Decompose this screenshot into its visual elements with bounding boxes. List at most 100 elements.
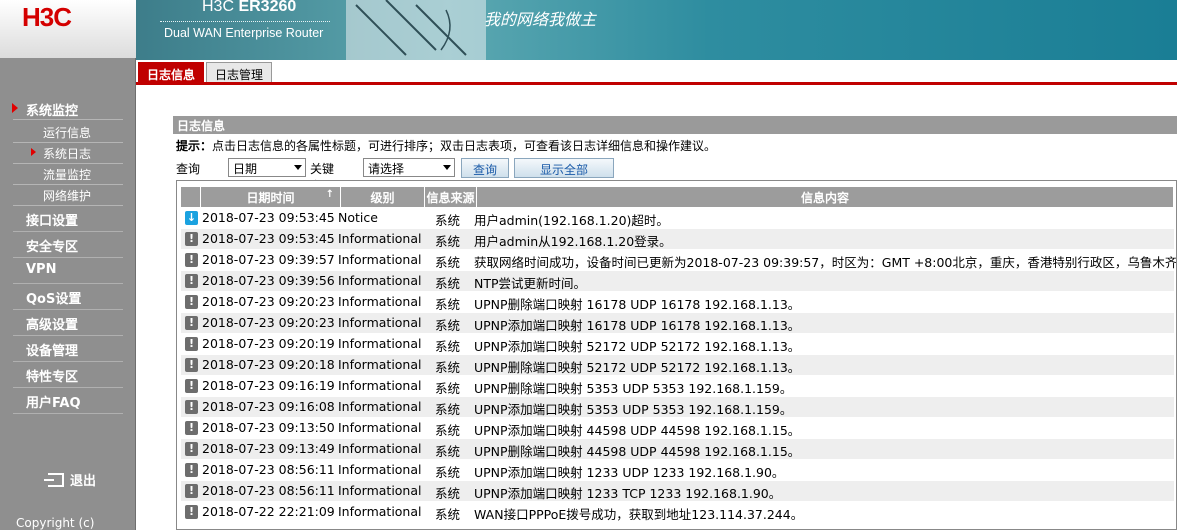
cell-datetime: 2018-07-23 09:20:18	[202, 357, 335, 372]
sidebar-subitem-run-info[interactable]: 运行信息	[43, 124, 91, 141]
router-model: H3C ER3260	[202, 0, 297, 15]
sidebar-item-features[interactable]: 特性专区	[26, 366, 78, 385]
cell-level: Informational	[338, 273, 422, 288]
info-level-icon: !	[185, 295, 198, 309]
cell-source: 系统	[435, 402, 461, 417]
info-level-icon: !	[185, 337, 198, 351]
brand-slogan: 我的网络我做主	[484, 10, 597, 29]
logout-button[interactable]: 退出	[44, 470, 96, 489]
info-level-icon: !	[185, 253, 198, 267]
table-row[interactable]: ! 2018-07-22 22:21:09 Informational 系统 WAN接口…	[181, 502, 1174, 522]
info-level-icon: !	[185, 505, 198, 519]
cell-level: Informational	[338, 252, 422, 267]
cell-content: 获取网络时间成功，设备时间已更新为2018-07-23 09:39:57，时区为…	[474, 255, 1177, 270]
cell-datetime: 2018-07-23 08:56:11	[202, 462, 335, 477]
table-row[interactable]: ! 2018-07-23 09:20:23 Informational 系统 UPNP删…	[181, 292, 1174, 312]
info-level-icon: !	[185, 484, 198, 498]
cell-source: 系统	[435, 423, 461, 438]
cell-source: 系统	[435, 213, 461, 228]
search-button[interactable]: 查询	[461, 158, 509, 178]
cell-datetime: 2018-07-23 09:39:56	[202, 273, 335, 288]
cell-level: Informational	[338, 399, 422, 414]
active-arrow-icon	[31, 148, 36, 156]
sidebar-item-qos[interactable]: QoS设置	[26, 288, 81, 307]
sidebar-item-label: 系统监控	[26, 104, 79, 119]
cell-datetime: 2018-07-23 09:13:49	[202, 441, 335, 456]
sidebar-subitem-network-maintenance[interactable]: 网络维护	[43, 187, 91, 204]
cell-source: 系统	[435, 465, 461, 480]
table-row[interactable]: ! 2018-07-23 09:20:18 Informational 系统 UPNP删…	[181, 355, 1174, 375]
cell-level: Notice	[338, 210, 378, 225]
cell-datetime: 2018-07-23 08:56:11	[202, 483, 335, 498]
table-row[interactable]: ! 2018-07-23 09:16:08 Informational 系统 UPNP添…	[181, 397, 1174, 417]
cell-content: UPNP添加端口映射 1233 TCP 1233 192.168.1.90。	[474, 486, 782, 501]
cell-level: Informational	[338, 336, 422, 351]
cell-source: 系统	[435, 339, 461, 354]
info-level-icon: !	[185, 442, 198, 456]
info-level-icon: !	[185, 316, 198, 330]
table-row[interactable]: ! 2018-07-23 09:20:23 Informational 系统 UPNP添…	[181, 313, 1174, 333]
sidebar-subitem-system-log[interactable]: 系统日志	[31, 145, 91, 162]
column-level[interactable]: 级别	[341, 187, 425, 207]
table-row[interactable]: ! 2018-07-23 09:53:45 Informational 系统 用户adm…	[181, 229, 1174, 249]
cell-level: Informational	[338, 504, 422, 519]
logo-area: H3C	[0, 0, 136, 58]
show-all-button[interactable]: 显示全部	[514, 158, 614, 178]
table-row[interactable]: ! 2018-07-23 09:13:50 Informational 系统 UPNP添…	[181, 418, 1174, 438]
column-source[interactable]: 信息来源	[425, 187, 477, 207]
copyright: Copyright (c)	[16, 516, 95, 530]
sidebar-item-device-management[interactable]: 设备管理	[26, 340, 78, 359]
info-level-icon: !	[185, 463, 198, 477]
cell-content: UPNP添加端口映射 5353 UDP 5353 192.168.1.159。	[474, 402, 793, 417]
log-table: 日期时间 ↑ 级别 信息来源 信息内容 ↓ 2018-07-23 09:53:45 N…	[176, 180, 1177, 530]
sidebar-item-faq[interactable]: 用户FAQ	[26, 392, 81, 411]
table-row[interactable]: ! 2018-07-23 08:56:11 Informational 系统 UPNP添…	[181, 481, 1174, 501]
cell-content: UPNP添加端口映射 16178 UDP 16178 192.168.1.13。	[474, 318, 801, 333]
h3c-logo: H3C	[22, 2, 72, 32]
cell-source: 系统	[435, 507, 461, 522]
cell-source: 系统	[435, 297, 461, 312]
column-datetime[interactable]: 日期时间 ↑	[201, 187, 341, 207]
tab-log-management[interactable]: 日志管理	[206, 62, 273, 83]
cell-datetime: 2018-07-22 22:21:09	[202, 504, 335, 519]
cell-datetime: 2018-07-23 09:20:23	[202, 294, 335, 309]
info-level-icon: !	[185, 232, 198, 246]
info-level-icon: !	[185, 274, 198, 288]
table-row[interactable]: ! 2018-07-23 09:20:19 Informational 系统 UPNP添…	[181, 334, 1174, 354]
cell-content: UPNP删除端口映射 5353 UDP 5353 192.168.1.159。	[474, 381, 793, 396]
cell-level: Informational	[338, 378, 422, 393]
sidebar-subitem-traffic-monitor[interactable]: 流量监控	[43, 166, 91, 183]
cell-content: NTP尝试更新时间。	[474, 276, 587, 291]
sidebar-item-vpn[interactable]: VPN	[26, 262, 56, 277]
active-arrow-icon	[12, 103, 18, 113]
cell-level: Informational	[338, 441, 422, 456]
cell-content: UPNP删除端口映射 52172 UDP 52172 192.168.1.13。	[474, 360, 801, 375]
cell-source: 系统	[435, 486, 461, 501]
query-field-select[interactable]: 日期	[228, 158, 306, 177]
column-content[interactable]: 信息内容	[477, 187, 1174, 207]
cell-source: 系统	[435, 381, 461, 396]
table-row[interactable]: ↓ 2018-07-23 09:53:45 Notice 系统 用户admin(192.…	[181, 208, 1174, 228]
cell-level: Informational	[338, 357, 422, 372]
table-header: 日期时间 ↑ 级别 信息来源 信息内容	[181, 187, 1174, 207]
cell-content: UPNP删除端口映射 44598 UDP 44598 192.168.1.15。	[474, 444, 801, 459]
sidebar-item-system-monitor[interactable]: 系统监控	[12, 100, 79, 119]
cell-level: Informational	[338, 420, 422, 435]
table-row[interactable]: ! 2018-07-23 09:16:19 Informational 系统 UPNP删…	[181, 376, 1174, 396]
table-row[interactable]: ! 2018-07-23 08:56:11 Informational 系统 UPNP添…	[181, 460, 1174, 480]
banner-divider	[160, 21, 330, 22]
sidebar-item-interface[interactable]: 接口设置	[26, 210, 78, 229]
sidebar: H3C 系统监控 运行信息 系统日志 流量监控 网络维护 接口设置 安全专区 V…	[0, 0, 136, 530]
sidebar-item-security[interactable]: 安全专区	[26, 236, 78, 255]
keyword-select[interactable]: 请选择	[363, 158, 455, 177]
sidebar-item-advanced[interactable]: 高级设置	[26, 314, 78, 333]
cell-content: UPNP添加端口映射 1233 UDP 1233 192.168.1.90。	[474, 465, 785, 480]
table-row[interactable]: ! 2018-07-23 09:39:56 Informational 系统 NTP尝试…	[181, 271, 1174, 291]
cell-source: 系统	[435, 444, 461, 459]
cell-datetime: 2018-07-23 09:39:57	[202, 252, 335, 267]
tab-log-info[interactable]: 日志信息	[138, 62, 205, 83]
table-row[interactable]: ! 2018-07-23 09:13:49 Informational 系统 UPNP删…	[181, 439, 1174, 459]
table-row[interactable]: ! 2018-07-23 09:39:57 Informational 系统 获取网络时…	[181, 250, 1177, 270]
cell-source: 系统	[435, 276, 461, 291]
cell-datetime: 2018-07-23 09:16:08	[202, 399, 335, 414]
